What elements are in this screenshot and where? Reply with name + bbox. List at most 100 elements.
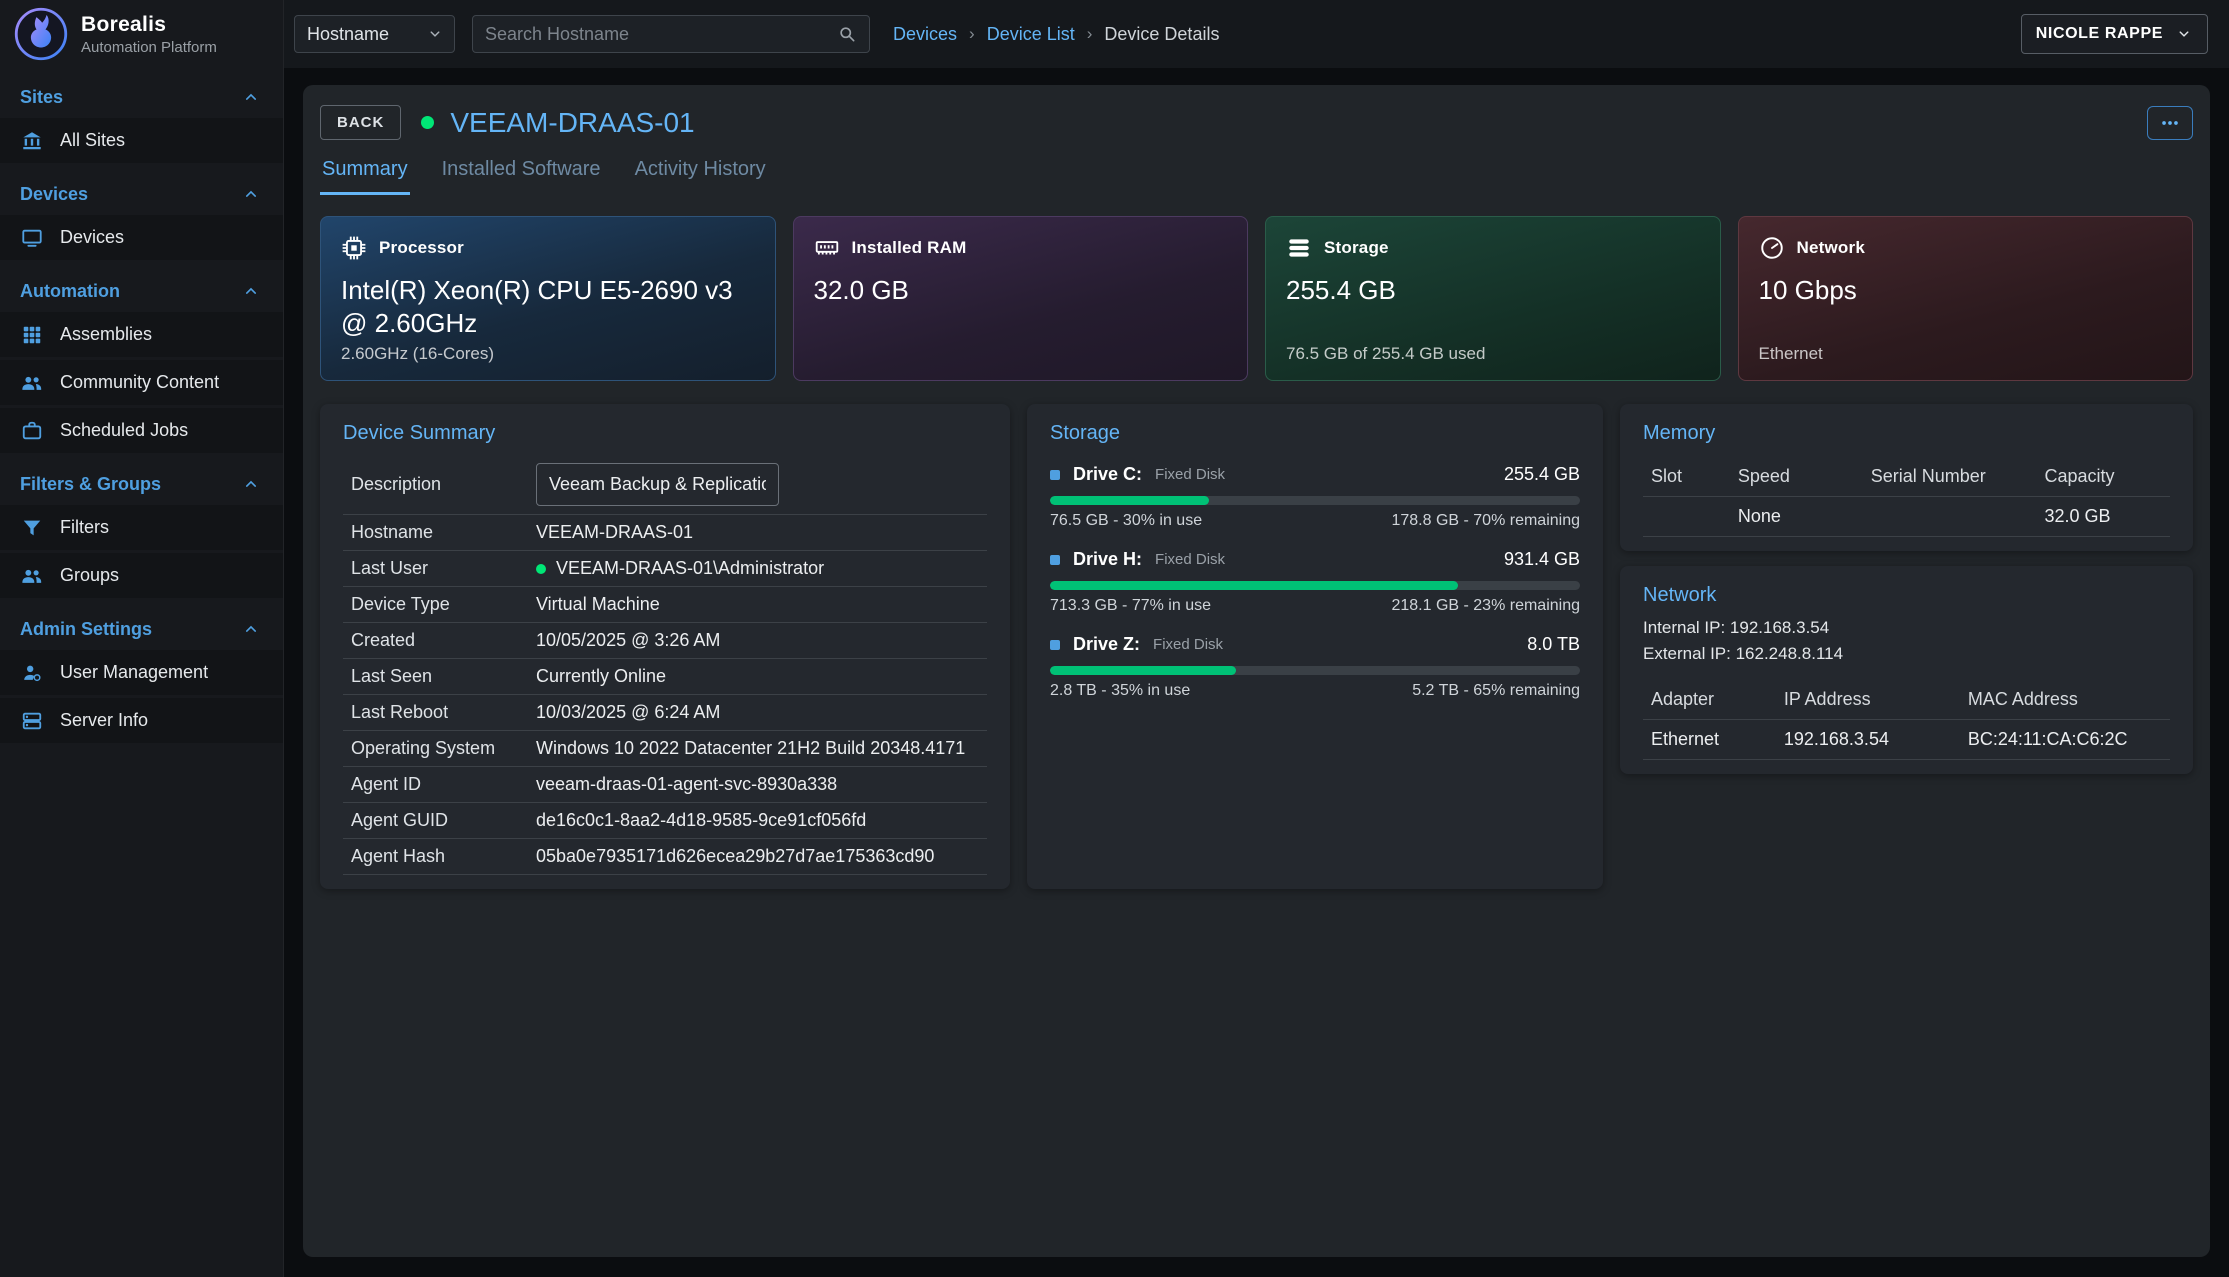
section-label: Devices (20, 184, 88, 205)
sidebar-item-server-info[interactable]: Server Info (0, 698, 283, 743)
device-details-panel: BACK VEEAM-DRAAS-01 Summary Installed So… (303, 85, 2210, 1257)
table-header-row: Slot Speed Serial Number Capacity (1643, 457, 2170, 497)
scheduled-jobs-icon (20, 420, 44, 442)
stat-value: 255.4 GB (1286, 274, 1700, 344)
table-row: Last User VEEAM-DRAAS-01\Administrator (343, 551, 987, 587)
drive-name: Drive Z: (1073, 634, 1140, 655)
back-button[interactable]: BACK (320, 105, 401, 140)
sidebar-item-scheduled-jobs[interactable]: Scheduled Jobs (0, 408, 283, 453)
sidebar-item-label: Community Content (60, 372, 219, 393)
breadcrumb-device-list[interactable]: Device List (987, 24, 1075, 45)
sidebar-item-devices[interactable]: Devices (0, 215, 283, 260)
row-label: Hostname (351, 522, 536, 543)
sidebar-item-label: Server Info (60, 710, 148, 731)
groups-icon (20, 565, 44, 587)
search-input[interactable] (485, 24, 837, 45)
description-input[interactable] (536, 463, 779, 506)
sidebar-item-label: User Management (60, 662, 208, 683)
stat-value: Intel(R) Xeon(R) CPU E5-2690 v3 @ 2.60GH… (341, 274, 755, 344)
user-management-icon (20, 662, 44, 684)
table-row: Last Seen Currently Online (343, 659, 987, 695)
search-icon[interactable] (837, 24, 857, 44)
section-label: Admin Settings (20, 619, 152, 640)
card-title: Storage (1050, 422, 1580, 445)
section-label: Filters & Groups (20, 474, 161, 495)
stat-sub: Ethernet (1759, 344, 2173, 364)
storage-card: Storage Drive C: Fixed Disk 255.4 GB 76.… (1027, 404, 1603, 889)
sidebar-item-assemblies[interactable]: Assemblies (0, 312, 283, 357)
brand-name: Borealis (81, 13, 217, 37)
sidebar-item-groups[interactable]: Groups (0, 553, 283, 598)
column-header: Serial Number (1871, 466, 2045, 487)
section-label: Sites (20, 87, 63, 108)
section-label: Automation (20, 281, 120, 302)
column-header: IP Address (1784, 689, 1968, 710)
more-actions-button[interactable] (2147, 106, 2193, 140)
sidebar-section-filters-groups[interactable]: Filters & Groups (0, 463, 283, 505)
sidebar: Borealis Automation Platform Sites All S… (0, 0, 284, 1277)
filter-icon (20, 517, 44, 539)
stat-label: Installed RAM (852, 238, 967, 258)
row-value: Virtual Machine (536, 594, 660, 615)
sidebar-item-all-sites[interactable]: All Sites (0, 118, 283, 163)
assemblies-icon (20, 324, 44, 346)
drive-remaining: 218.1 GB - 23% remaining (1391, 597, 1580, 615)
row-label: Agent ID (351, 774, 536, 795)
chevron-down-icon (2175, 25, 2193, 43)
stat-sub: 2.60GHz (16-Cores) (341, 344, 755, 364)
row-value: 05ba0e7935171d626ecea29b27d7ae175363cd90 (536, 846, 934, 867)
network-card: Network Internal IP: 192.168.3.54 Extern… (1620, 566, 2193, 774)
drive-usage-fill (1050, 666, 1236, 675)
tab-summary[interactable]: Summary (320, 150, 410, 195)
row-label: Device Type (351, 594, 536, 615)
drive-type: Fixed Disk (1155, 551, 1225, 568)
row-label: Agent Hash (351, 846, 536, 867)
detail-cards-row: Device Summary Description Hostname VEEA… (320, 404, 2193, 889)
drive-icon (1050, 555, 1060, 565)
sidebar-item-community-content[interactable]: Community Content (0, 360, 283, 405)
sidebar-section-devices[interactable]: Devices (0, 173, 283, 215)
tab-bar: Summary Installed Software Activity Hist… (320, 150, 2193, 195)
card-title: Device Summary (343, 422, 987, 445)
stat-sub (814, 344, 1228, 364)
table-row: Description (343, 455, 987, 515)
tab-installed-software[interactable]: Installed Software (440, 150, 603, 195)
drive-usage-fill (1050, 581, 1458, 590)
drive-usage-stats: 713.3 GB - 77% in use 218.1 GB - 23% rem… (1050, 597, 1580, 615)
online-status-dot (536, 564, 546, 574)
stat-card-network: Network 10 Gbps Ethernet (1738, 216, 2194, 381)
drive-remaining: 5.2 TB - 65% remaining (1412, 682, 1580, 700)
table-row: Agent Hash 05ba0e7935171d626ecea29b27d7a… (343, 839, 987, 875)
drive-name: Drive H: (1073, 549, 1142, 570)
chevron-up-icon (241, 474, 261, 494)
internal-ip: Internal IP: 192.168.3.54 (1643, 615, 2170, 641)
sidebar-section-automation[interactable]: Automation (0, 270, 283, 312)
user-menu-button[interactable]: NICOLE RAPPE (2021, 14, 2208, 54)
tab-activity-history[interactable]: Activity History (633, 150, 768, 195)
card-title: Network (1643, 584, 2170, 607)
stat-label: Processor (379, 238, 464, 258)
drive-usage-fill (1050, 496, 1209, 505)
sidebar-section-sites[interactable]: Sites (0, 76, 283, 118)
drive-size: 8.0 TB (1527, 634, 1580, 655)
stat-sub: 76.5 GB of 255.4 GB used (1286, 344, 1700, 364)
right-cards-column: Memory Slot Speed Serial Number Capacity (1620, 404, 2193, 774)
drive-icon (1050, 470, 1060, 480)
drive-row: Drive C: Fixed Disk 255.4 GB 76.5 GB - 3… (1050, 464, 1580, 530)
table-cell: None (1738, 506, 1871, 527)
sidebar-item-filters[interactable]: Filters (0, 505, 283, 550)
drive-usage-stats: 2.8 TB - 35% in use 5.2 TB - 65% remaini… (1050, 682, 1580, 700)
row-label: Last Reboot (351, 702, 536, 723)
breadcrumb-devices[interactable]: Devices (893, 24, 957, 45)
breadcrumb-separator: › (1087, 24, 1093, 44)
main-content: BACK VEEAM-DRAAS-01 Summary Installed So… (284, 68, 2229, 1277)
chevron-up-icon (241, 281, 261, 301)
brand-logo[interactable]: Borealis Automation Platform (0, 0, 283, 68)
table-row: Hostname VEEAM-DRAAS-01 (343, 515, 987, 551)
sidebar-item-user-management[interactable]: User Management (0, 650, 283, 695)
chevron-up-icon (241, 184, 261, 204)
sidebar-section-admin-settings[interactable]: Admin Settings (0, 608, 283, 650)
storage-icon (1286, 235, 1312, 261)
hostname-filter-select[interactable]: Hostname (294, 15, 455, 53)
drive-usage-stats: 76.5 GB - 30% in use 178.8 GB - 70% rema… (1050, 512, 1580, 530)
